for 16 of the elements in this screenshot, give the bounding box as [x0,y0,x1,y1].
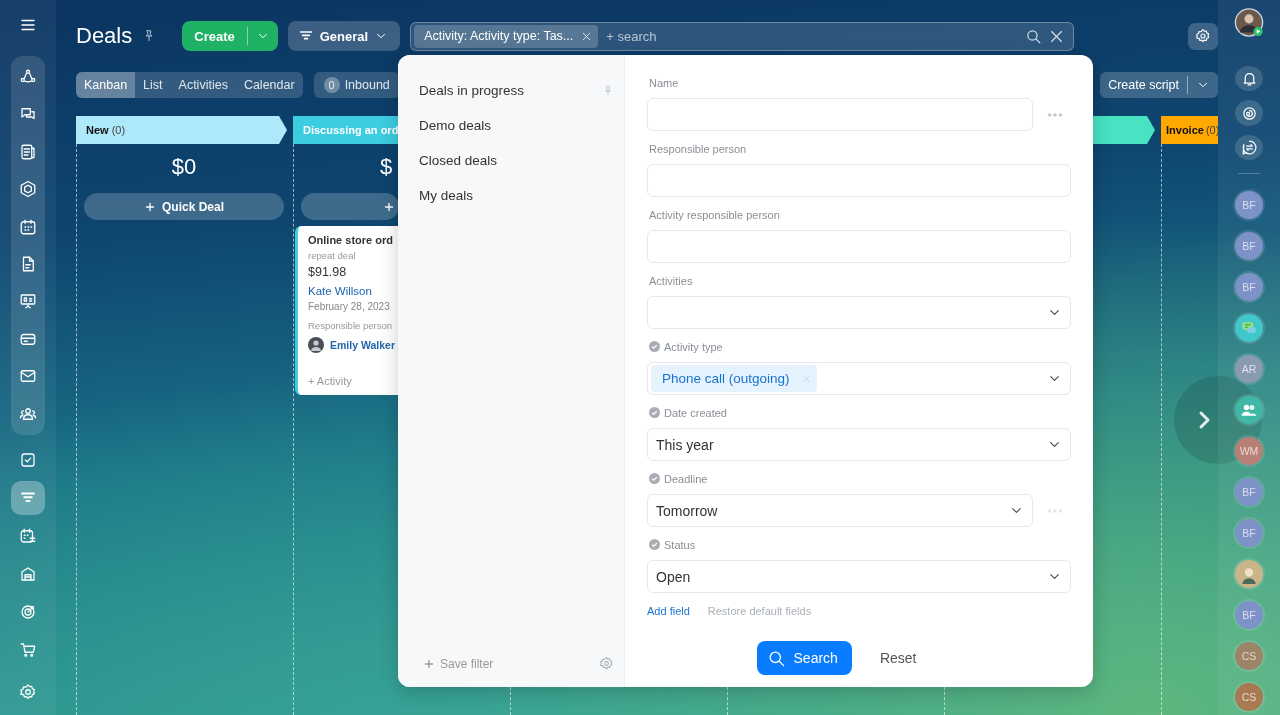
field-label: Name [649,76,679,89]
field-label: Activity type [664,340,723,353]
stage-total: $ [380,154,393,180]
field-label: Activities [649,274,693,287]
deal-amount: $91.98 [308,265,347,279]
stage-total: $0 [170,154,198,180]
field-label: Status [664,538,696,551]
page-title: Deals [76,23,133,49]
responsible-label: Responsible person [308,320,392,331]
field-label: Responsible person [649,142,747,155]
field-label: Activity responsible person [649,208,780,221]
field-label: Date created [664,406,727,419]
field-label: Deadline [664,472,708,485]
deal-date: February 28, 2023 [308,301,390,312]
deal-subtitle: repeat deal [308,250,356,261]
deal-title: Online store ord [308,234,393,246]
